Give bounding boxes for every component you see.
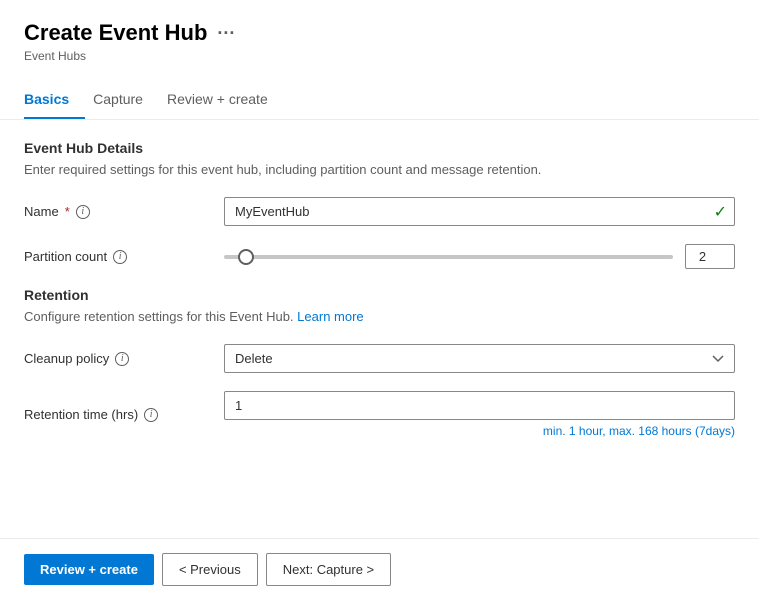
tab-capture[interactable]: Capture [93, 81, 159, 119]
retention-time-control: min. 1 hour, max. 168 hours (7days) [224, 391, 735, 438]
retention-time-label: Retention time (hrs) i [24, 407, 224, 422]
retention-title: Retention [24, 287, 735, 303]
name-label: Name * i [24, 204, 224, 219]
slider-container [224, 244, 735, 269]
event-hub-details-desc: Enter required settings for this event h… [24, 162, 735, 177]
retention-section: Retention Configure retention settings f… [24, 287, 735, 438]
cleanup-policy-row: Cleanup policy i Delete Compact Compact … [24, 344, 735, 373]
previous-button[interactable]: < Previous [162, 553, 258, 586]
name-check-icon: ✓ [714, 202, 727, 222]
name-control: ✓ [224, 197, 735, 226]
partition-count-control [224, 244, 735, 269]
partition-count-info-icon[interactable]: i [113, 250, 127, 264]
name-label-text: Name [24, 204, 59, 219]
name-input[interactable] [224, 197, 735, 226]
event-hub-details-section: Event Hub Details Enter required setting… [24, 140, 735, 269]
page-title: Create Event Hub [24, 20, 207, 46]
page-subtitle: Event Hubs [24, 49, 735, 63]
retention-desc-text: Configure retention settings for this Ev… [24, 309, 294, 324]
partition-count-label: Partition count i [24, 249, 224, 264]
retention-time-row: Retention time (hrs) i min. 1 hour, max.… [24, 391, 735, 438]
retention-desc: Configure retention settings for this Ev… [24, 309, 735, 324]
name-input-wrapper: ✓ [224, 197, 735, 226]
name-info-icon[interactable]: i [76, 205, 90, 219]
cleanup-policy-label: Cleanup policy i [24, 351, 224, 366]
cleanup-policy-label-text: Cleanup policy [24, 351, 109, 366]
learn-more-link[interactable]: Learn more [297, 309, 363, 324]
review-create-button[interactable]: Review + create [24, 554, 154, 585]
tab-basics[interactable]: Basics [24, 81, 85, 119]
partition-count-slider[interactable] [224, 255, 673, 259]
footer: Review + create < Previous Next: Capture… [0, 538, 759, 600]
cleanup-policy-select[interactable]: Delete Compact Compact and Delete [224, 344, 735, 373]
event-hub-details-title: Event Hub Details [24, 140, 735, 156]
retention-time-hint: min. 1 hour, max. 168 hours (7days) [224, 424, 735, 438]
tab-review-create[interactable]: Review + create [167, 81, 284, 119]
next-capture-button[interactable]: Next: Capture > [266, 553, 391, 586]
main-content: Event Hub Details Enter required setting… [0, 120, 759, 538]
required-star: * [65, 204, 70, 219]
cleanup-policy-control: Delete Compact Compact and Delete [224, 344, 735, 373]
cleanup-policy-info-icon[interactable]: i [115, 352, 129, 366]
tab-bar: Basics Capture Review + create [0, 81, 759, 120]
partition-count-row: Partition count i [24, 244, 735, 269]
partition-count-value-input[interactable] [685, 244, 735, 269]
ellipsis-icon[interactable]: ··· [217, 23, 235, 44]
retention-time-input[interactable] [224, 391, 735, 420]
name-row: Name * i ✓ [24, 197, 735, 226]
retention-time-label-text: Retention time (hrs) [24, 407, 138, 422]
partition-count-label-text: Partition count [24, 249, 107, 264]
retention-time-info-icon[interactable]: i [144, 408, 158, 422]
